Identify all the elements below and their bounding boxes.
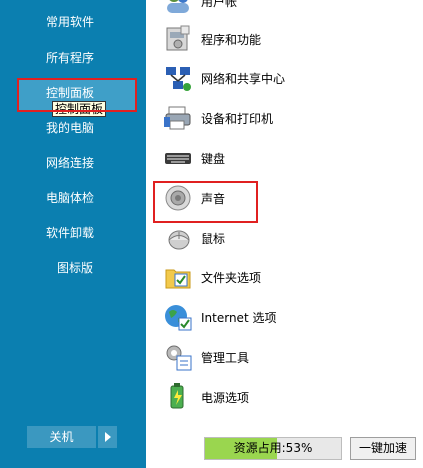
cp-item-users[interactable]: 用户帐 — [163, 0, 413, 18]
annotation-box-sound — [153, 181, 258, 223]
admin-tools-icon — [166, 345, 192, 371]
control-panel-list: 用户帐 程序和功能 网络和共享中心 设备和打印机 键盘 声音 鼠标 文件夹选项 … — [146, 0, 423, 468]
folder-icon — [165, 269, 191, 289]
globe-icon — [165, 305, 192, 331]
keyboard-icon — [165, 153, 191, 164]
cp-item-label: 鼠标 — [201, 232, 226, 246]
sidebar-item-label: 网络连接 — [46, 156, 95, 170]
cp-item-power-options[interactable]: 电源选项 — [163, 380, 413, 414]
cp-item-label: 管理工具 — [201, 351, 250, 365]
sidebar-item-uninstall[interactable]: 软件卸载 — [0, 225, 146, 241]
cp-item-admin-tools[interactable]: 管理工具 — [163, 340, 413, 374]
programs-icon — [166, 25, 190, 51]
shutdown-options-arrow-icon[interactable] — [98, 426, 117, 448]
sidebar-item-label: 所有程序 — [46, 51, 95, 65]
cp-item-label: 程序和功能 — [201, 33, 262, 47]
sidebar-item-label: 图标版 — [57, 261, 94, 275]
sidebar-item-my-computer[interactable]: 我的电脑 — [0, 120, 146, 136]
cp-item-keyboard[interactable]: 键盘 — [163, 141, 413, 175]
sidebar-item-all-programs[interactable]: 所有程序 — [0, 50, 146, 66]
sidebar-item-label: 我的电脑 — [46, 121, 95, 135]
sidebar-item-label: 电脑体检 — [46, 191, 95, 205]
cp-item-devices-printers[interactable]: 设备和打印机 — [163, 101, 413, 135]
cp-item-internet-options[interactable]: Internet 选项 — [163, 300, 413, 334]
speedup-button[interactable]: 一键加速 — [350, 437, 416, 460]
resource-usage-bar: 资源占用:53% — [204, 437, 342, 460]
printer-icon — [164, 106, 191, 130]
cp-item-folder-options[interactable]: 文件夹选项 — [163, 260, 413, 294]
cp-item-label: 用户帐 — [201, 0, 238, 9]
power-icon — [170, 383, 184, 409]
annotation-box-control-panel — [17, 78, 137, 112]
cp-item-label: 键盘 — [201, 152, 226, 166]
cp-item-programs[interactable]: 程序和功能 — [163, 22, 413, 56]
cp-item-label: 电源选项 — [201, 391, 250, 405]
sidebar-item-icon-view[interactable]: 图标版 — [0, 260, 146, 276]
sidebar: 常用软件 所有程序 控制面板 我的电脑 网络连接 电脑体检 软件卸载 图标版 控… — [0, 0, 146, 468]
sidebar-item-network[interactable]: 网络连接 — [0, 155, 146, 171]
cp-item-network-sharing[interactable]: 网络和共享中心 — [163, 61, 413, 95]
cp-item-mouse[interactable]: 鼠标 — [163, 221, 413, 255]
shutdown-button[interactable]: 关机 — [27, 426, 96, 448]
cp-item-label: 网络和共享中心 — [201, 72, 286, 86]
sidebar-item-label: 软件卸载 — [46, 226, 95, 240]
cp-item-label: 设备和打印机 — [201, 112, 274, 126]
cp-item-label: 文件夹选项 — [201, 271, 262, 285]
mouse-icon — [168, 230, 190, 250]
sidebar-item-label: 常用软件 — [46, 15, 95, 29]
resource-usage-label: 资源占用:53% — [233, 441, 313, 455]
users-icon — [167, 0, 189, 13]
sidebar-item-common-software[interactable]: 常用软件 — [0, 14, 146, 30]
network-icon — [166, 67, 191, 91]
sidebar-item-pc-checkup[interactable]: 电脑体检 — [0, 190, 146, 206]
cp-item-label: Internet 选项 — [201, 311, 277, 325]
